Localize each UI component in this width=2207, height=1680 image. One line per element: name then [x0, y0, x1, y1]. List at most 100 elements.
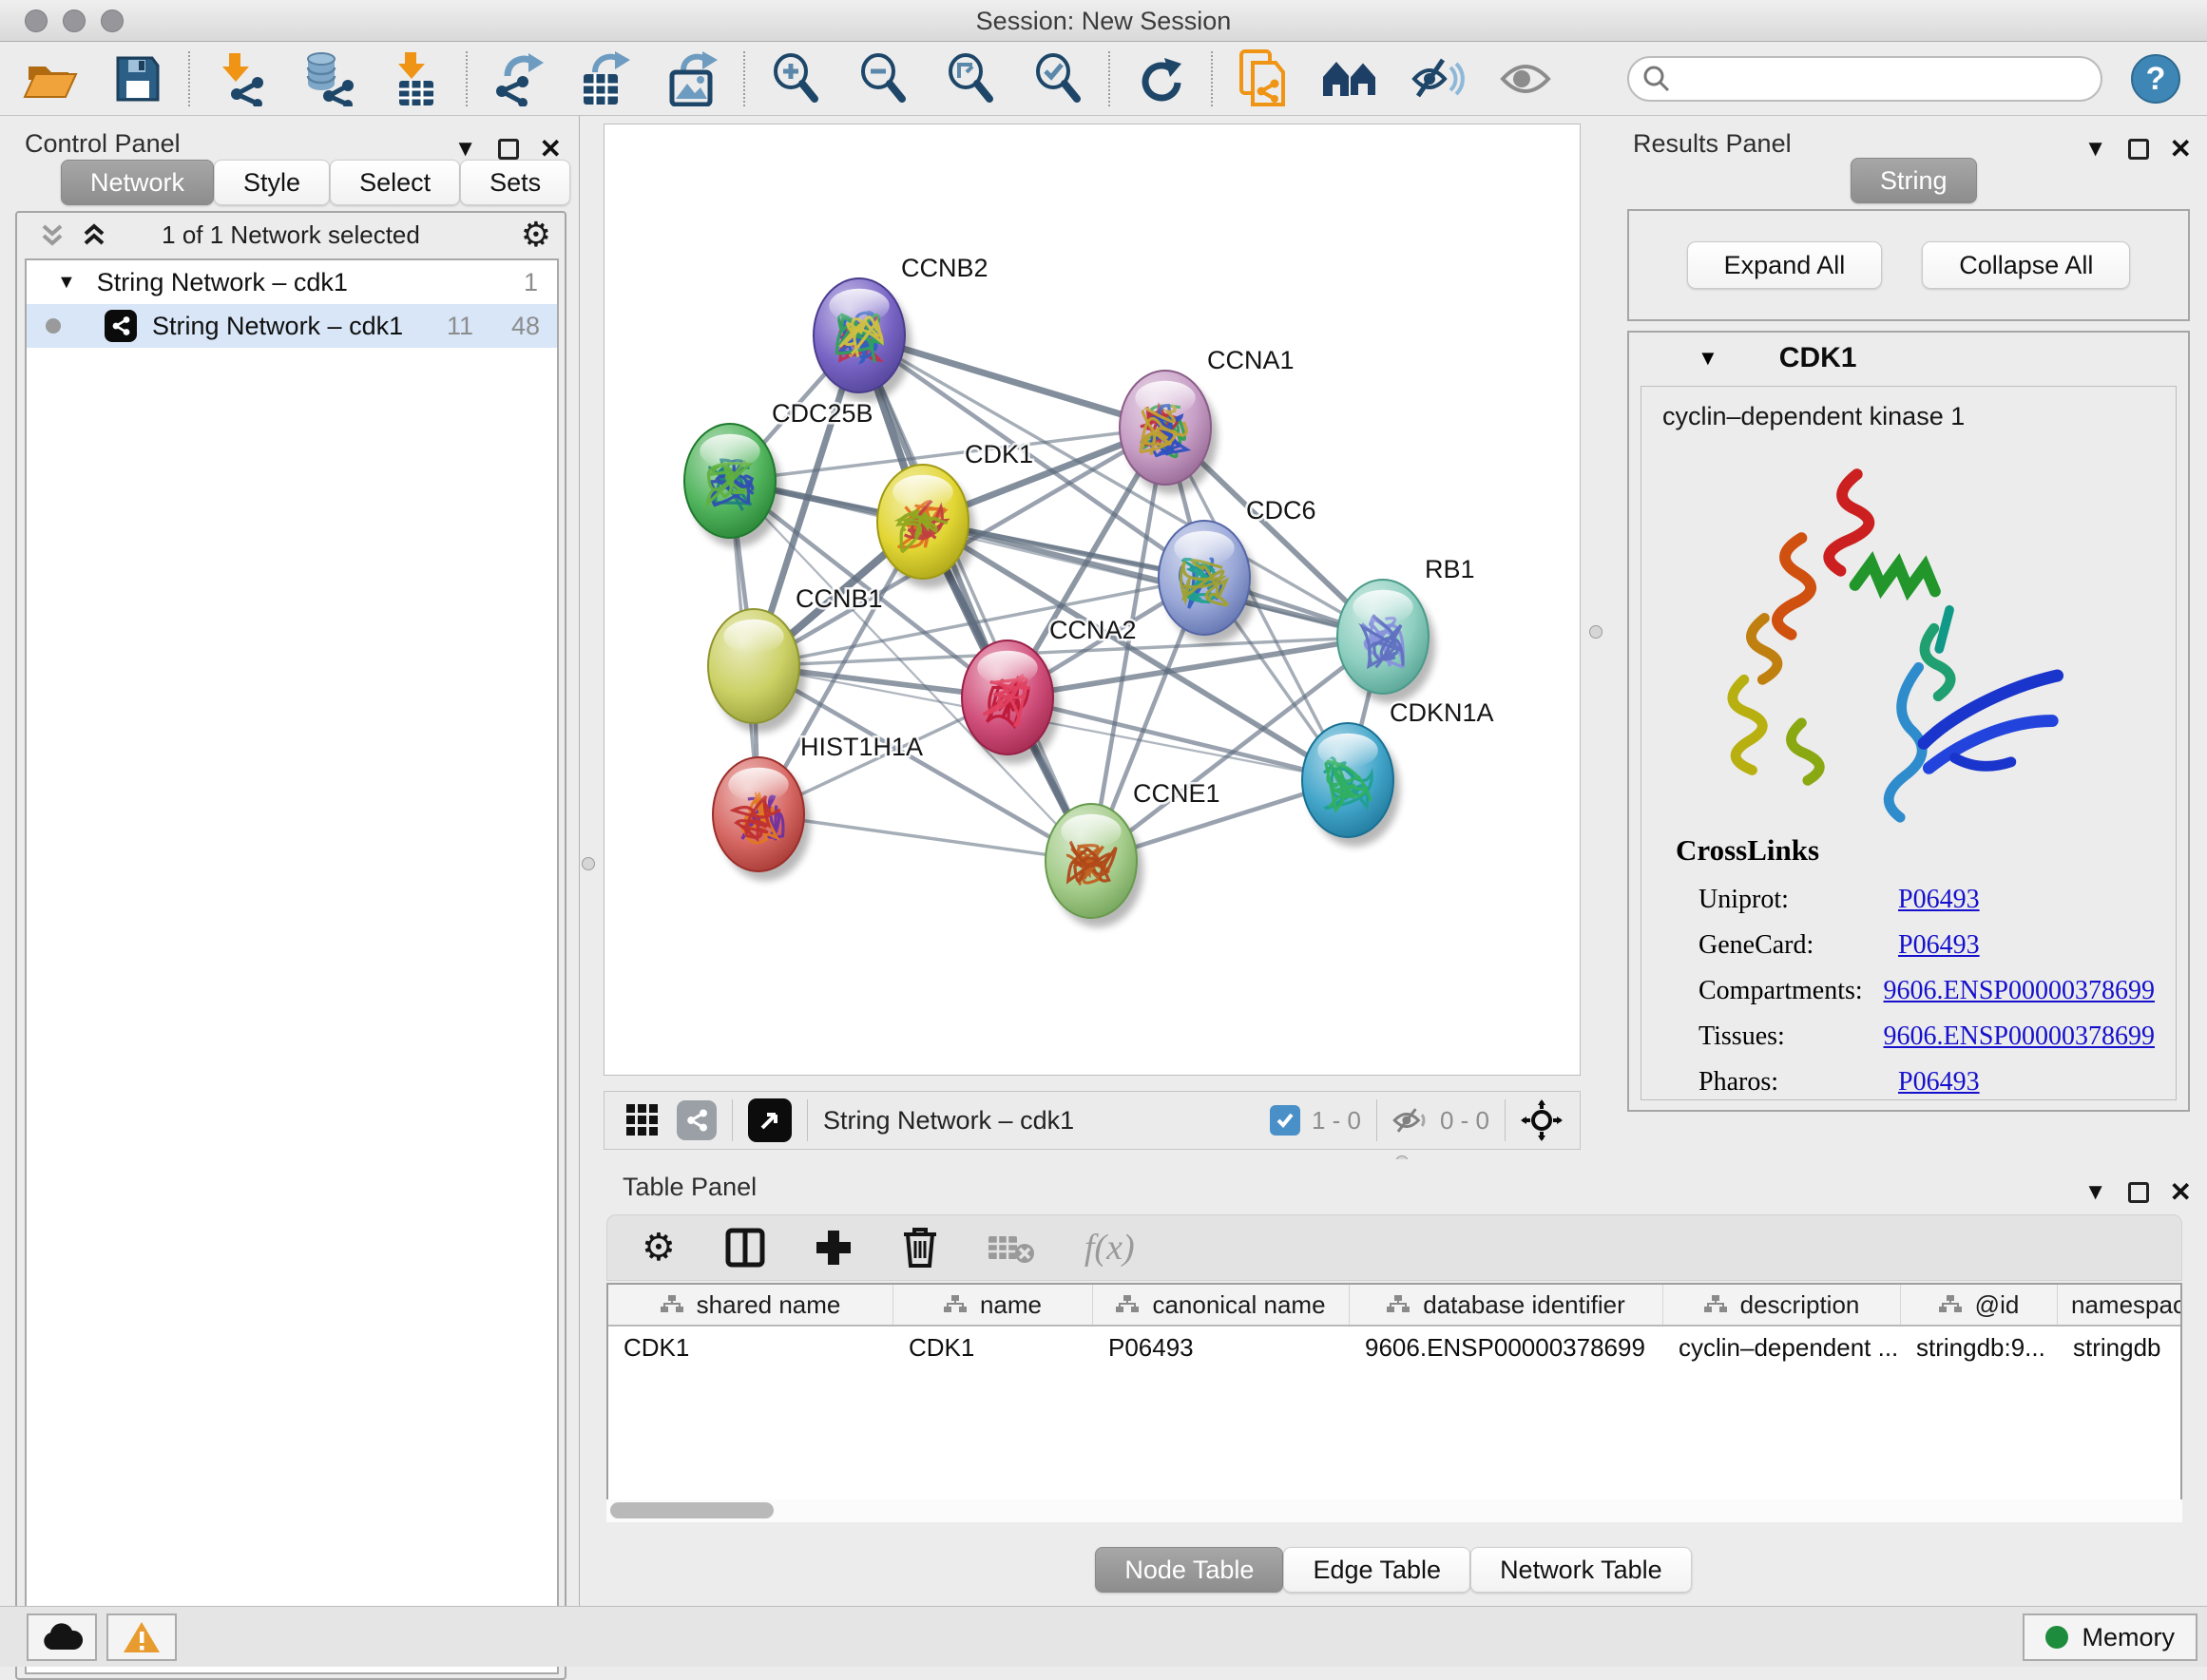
zoom-in-icon[interactable] — [766, 49, 825, 108]
node-rb1[interactable]: RB1 — [1337, 555, 1475, 703]
table-horizontal-scrollbar[interactable] — [606, 1499, 2182, 1522]
crosslink-value-link[interactable]: P06493 — [1898, 930, 1980, 961]
clone-network-icon[interactable] — [1234, 49, 1293, 108]
show-columns-icon[interactable] — [725, 1228, 765, 1268]
cell-namespace[interactable]: stringdb — [2058, 1327, 2181, 1368]
help-button[interactable]: ? — [2131, 54, 2180, 104]
show-graphics-icon[interactable] — [1496, 49, 1555, 108]
node-cdc6[interactable]: CDC6 — [1159, 496, 1316, 644]
open-session-icon[interactable] — [21, 49, 80, 108]
network-row-selected[interactable]: String Network – cdk1 11 48 — [27, 304, 557, 348]
refresh-icon[interactable] — [1131, 49, 1190, 108]
function-builder-icon[interactable]: f(x) — [1084, 1227, 1135, 1269]
table-panel-maximize-icon[interactable] — [2128, 1182, 2149, 1203]
tab-string[interactable]: String — [1851, 158, 1977, 203]
cell-description[interactable]: cyclin–dependent ... — [1663, 1327, 1901, 1368]
crosslink-value-link[interactable]: P06493 — [1898, 1067, 1980, 1098]
column-header-description[interactable]: description — [1663, 1285, 1901, 1325]
zoom-selected-icon[interactable] — [1028, 49, 1087, 108]
column-header-canonical-name[interactable]: canonical name — [1093, 1285, 1350, 1325]
memory-button[interactable]: Memory — [2023, 1613, 2197, 1661]
fit-content-crosshair-icon[interactable] — [1521, 1099, 1563, 1141]
tab-edge-table[interactable]: Edge Table — [1283, 1547, 1470, 1593]
cell-id[interactable]: stringdb:9... — [1901, 1327, 2058, 1368]
delete-column-icon[interactable] — [902, 1227, 938, 1269]
home-view-icon[interactable] — [1321, 49, 1380, 108]
tab-sets[interactable]: Sets — [460, 160, 570, 205]
network-canvas[interactable]: CCNB2CCNA1CDC25BCDK1CDC6RB1CCNB1CCNA2CDK… — [604, 124, 1581, 1076]
warning-icon — [122, 1620, 162, 1654]
node-ccnb2[interactable]: CCNB2 — [814, 254, 988, 402]
column-header-namespace[interactable]: namespace — [2058, 1285, 2181, 1325]
warnings-button[interactable] — [106, 1613, 177, 1661]
tree-expander-icon[interactable]: ▼ — [57, 272, 76, 294]
import-network-from-database-icon[interactable] — [298, 49, 357, 108]
export-table-icon[interactable] — [576, 49, 635, 108]
tab-select[interactable]: Select — [330, 160, 460, 205]
cell-shared-name[interactable]: CDK1 — [608, 1327, 893, 1368]
import-network-icon[interactable] — [211, 49, 270, 108]
node-ccnb1[interactable]: CCNB1 — [708, 584, 883, 733]
zoom-fit-icon[interactable] — [941, 49, 1000, 108]
column-header-name[interactable]: name — [893, 1285, 1093, 1325]
column-header-database-identifier[interactable]: database identifier — [1350, 1285, 1663, 1325]
export-image-icon[interactable] — [663, 49, 722, 108]
crosslink-label: GeneCard: — [1698, 930, 1898, 961]
crosslink-value-link[interactable]: P06493 — [1898, 885, 1980, 915]
network-collection-row[interactable]: ▼ String Network – cdk1 1 — [27, 260, 557, 304]
column-type-icon — [944, 1295, 967, 1314]
network-share-view-icon[interactable] — [677, 1100, 717, 1140]
tab-network[interactable]: Network — [61, 160, 214, 205]
crosslink-value-link[interactable]: 9606.ENSP00000378699 — [1884, 1021, 2155, 1052]
cell-database-identifier[interactable]: 9606.ENSP00000378699 — [1350, 1327, 1663, 1368]
crosslink-value-link[interactable]: 9606.ENSP00000378699 — [1884, 976, 2155, 1006]
table-panel-float-icon[interactable]: ▼ — [2084, 1179, 2107, 1206]
results-panel-float-icon[interactable]: ▼ — [2084, 136, 2107, 162]
cloud-status-button[interactable] — [27, 1613, 97, 1661]
column-type-icon — [661, 1295, 683, 1314]
column-header-shared-name[interactable]: shared name — [608, 1285, 893, 1325]
detach-view-icon[interactable] — [748, 1098, 792, 1142]
table-options-gear-icon[interactable]: ⚙ — [642, 1226, 676, 1270]
control-panel-maximize-icon[interactable] — [498, 139, 519, 160]
tab-node-table[interactable]: Node Table — [1095, 1547, 1283, 1593]
cell-name[interactable]: CDK1 — [893, 1327, 1093, 1368]
search-input[interactable] — [1671, 60, 2101, 98]
node-ccna1[interactable]: CCNA1 — [1120, 346, 1295, 494]
tab-network-table[interactable]: Network Table — [1470, 1547, 1692, 1593]
export-network-icon[interactable] — [489, 49, 547, 108]
node-hist1h1a[interactable]: HIST1H1A — [713, 733, 923, 881]
tab-style[interactable]: Style — [214, 160, 330, 205]
import-table-icon[interactable] — [386, 49, 445, 108]
entry-expander-icon[interactable]: ▼ — [1698, 346, 1718, 371]
network-nodes[interactable]: CCNB2CCNA1CDC25BCDK1CDC6RB1CCNB1CCNA2CDK… — [684, 254, 1494, 927]
cell-canonical-name[interactable]: P06493 — [1093, 1327, 1350, 1368]
table-panel-close-icon[interactable]: ✕ — [2170, 1176, 2192, 1208]
selected-checkbox-icon[interactable] — [1270, 1105, 1300, 1136]
node-cdkn1a[interactable]: CDKN1A — [1302, 698, 1494, 847]
collapse-all-button[interactable]: Collapse All — [1922, 241, 2130, 289]
zoom-out-icon[interactable] — [854, 49, 912, 108]
column-header-id[interactable]: @id — [1901, 1285, 2058, 1325]
crosslink-row-pharos: Pharos:P06493 — [1698, 1067, 2155, 1098]
add-column-icon[interactable] — [815, 1229, 853, 1267]
results-panel-maximize-icon[interactable] — [2128, 139, 2149, 160]
grid-view-icon[interactable] — [625, 1103, 660, 1137]
network-collection-label: String Network – cdk1 — [97, 268, 348, 297]
control-panel-float-icon[interactable]: ▼ — [454, 136, 477, 162]
expand-all-button[interactable]: Expand All — [1687, 241, 1883, 289]
node-cdc25b[interactable]: CDC25B — [684, 399, 873, 547]
save-session-icon[interactable] — [108, 49, 167, 108]
delete-table-icon[interactable] — [988, 1231, 1035, 1264]
right-splitter-handle[interactable] — [1589, 625, 1602, 639]
table-row[interactable]: CDK1CDK1P064939606.ENSP00000378699cyclin… — [608, 1327, 2180, 1368]
search-field[interactable] — [1627, 56, 2102, 102]
left-splitter-handle[interactable] — [582, 857, 595, 870]
results-panel-close-icon[interactable]: ✕ — [2170, 133, 2192, 164]
node-ccne1[interactable]: CCNE1 — [1046, 779, 1220, 927]
network-options-gear-icon[interactable]: ⚙ — [521, 215, 551, 255]
hide-unhide-icon[interactable] — [1409, 49, 1468, 108]
scrollbar-thumb[interactable] — [610, 1502, 774, 1518]
node-table[interactable]: shared namenamecanonical namedatabase id… — [606, 1283, 2182, 1522]
crosslink-row-genecard: GeneCard:P06493 — [1698, 930, 2155, 961]
